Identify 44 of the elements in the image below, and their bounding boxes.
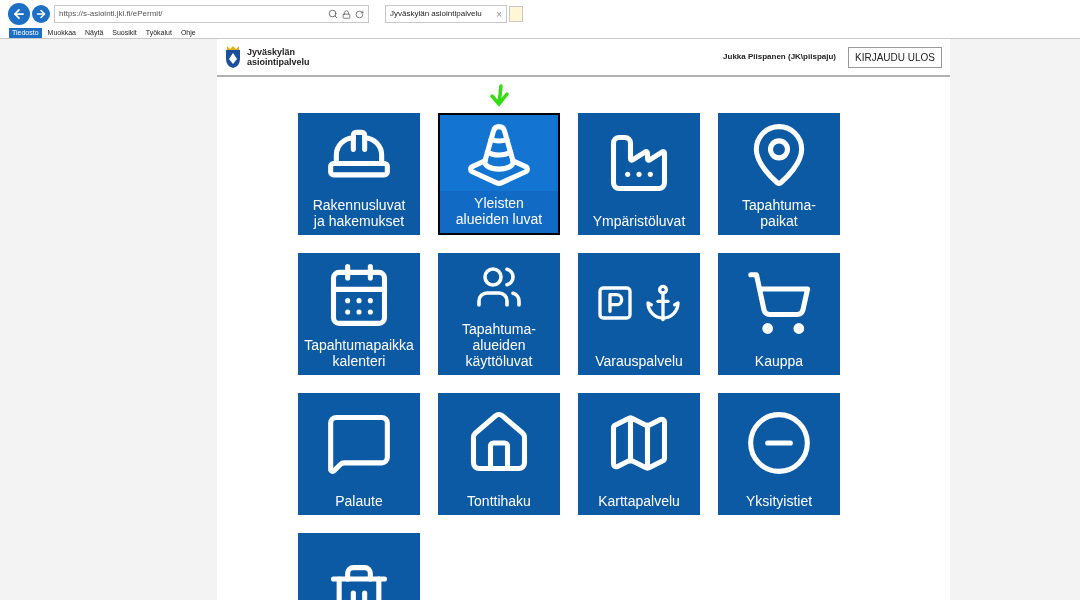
service-tile[interactable]: Palaute — [298, 393, 420, 515]
tab-close[interactable]: × — [496, 6, 502, 22]
no-entry-icon — [745, 409, 813, 477]
coat-of-arms-logo — [225, 45, 241, 69]
tile-label: Tapahtuma- paikat — [741, 197, 817, 229]
logo-text: Jyväskylän — [247, 47, 297, 57]
service-tile[interactable]: Yksityistiet — [718, 393, 840, 515]
tile-label: Rakennusluvat ja hakemukset — [311, 197, 407, 229]
service-tile[interactable]: Ympäristöluvat — [578, 113, 700, 235]
parking-and-anchor-icon — [595, 283, 683, 323]
service-tile[interactable]: Tonttihaku — [438, 393, 560, 515]
tile-label: Tapahtuma- alueiden käyttöluvat — [461, 321, 537, 369]
logout-button[interactable]: KIRJAUDU ULOS — [848, 46, 942, 68]
traffic-cone-icon — [465, 121, 533, 189]
service-tile[interactable]: Tapahtuma- alueiden käyttöluvat — [438, 253, 560, 375]
tile-label: Karttapalvelu — [597, 493, 681, 509]
service-tile[interactable]: Rakennusluvat ja hakemukset — [298, 113, 420, 235]
shopping-cart-icon — [745, 269, 813, 337]
service-tile[interactable]: Varauspalvelu — [578, 253, 700, 375]
tile-label: Tonttihaku — [466, 493, 532, 509]
tile-label: Varauspalvelu — [594, 353, 684, 369]
browser-tab[interactable]: Jyväskylän asiointipalvelu × — [385, 5, 507, 23]
forward-button[interactable] — [32, 5, 50, 23]
tile-label: Yleisten alueiden luvat — [454, 195, 544, 227]
tile-label: Tapahtumapaikka kalenteri — [303, 337, 415, 369]
url-text: https://s-asiointi.jkl.fi/ePermit/ — [59, 8, 163, 20]
service-tile[interactable]: Tapahtumapaikka kalenteri — [298, 253, 420, 375]
right-arrow-icon — [35, 8, 47, 20]
user-name: Jukka Piispanen (JK\piispaju) — [723, 51, 836, 63]
logo-text: asiointipalvelu — [247, 57, 310, 67]
service-tile[interactable]: Kauppa — [718, 253, 840, 375]
service-tile[interactable]: Tapahtuma- paikat — [718, 113, 840, 235]
tile-label: Yksityistiet — [744, 493, 814, 509]
back-button[interactable] — [8, 3, 30, 25]
refresh-icon[interactable] — [355, 9, 364, 19]
tile-label: Ympäristöluvat — [591, 213, 687, 229]
tile-label: Kauppa — [753, 353, 805, 369]
search-icon — [328, 9, 338, 19]
tile-label: Palaute — [334, 493, 384, 509]
service-tile[interactable]: Karttapalvelu — [578, 393, 700, 515]
service-tile[interactable]: Yleisten alueiden luvat — [438, 113, 560, 235]
address-bar[interactable]: https://s-asiointi.jkl.fi/ePermit/ — [54, 5, 369, 23]
arrow-down-icon — [487, 83, 511, 107]
lock-icon — [342, 9, 351, 19]
